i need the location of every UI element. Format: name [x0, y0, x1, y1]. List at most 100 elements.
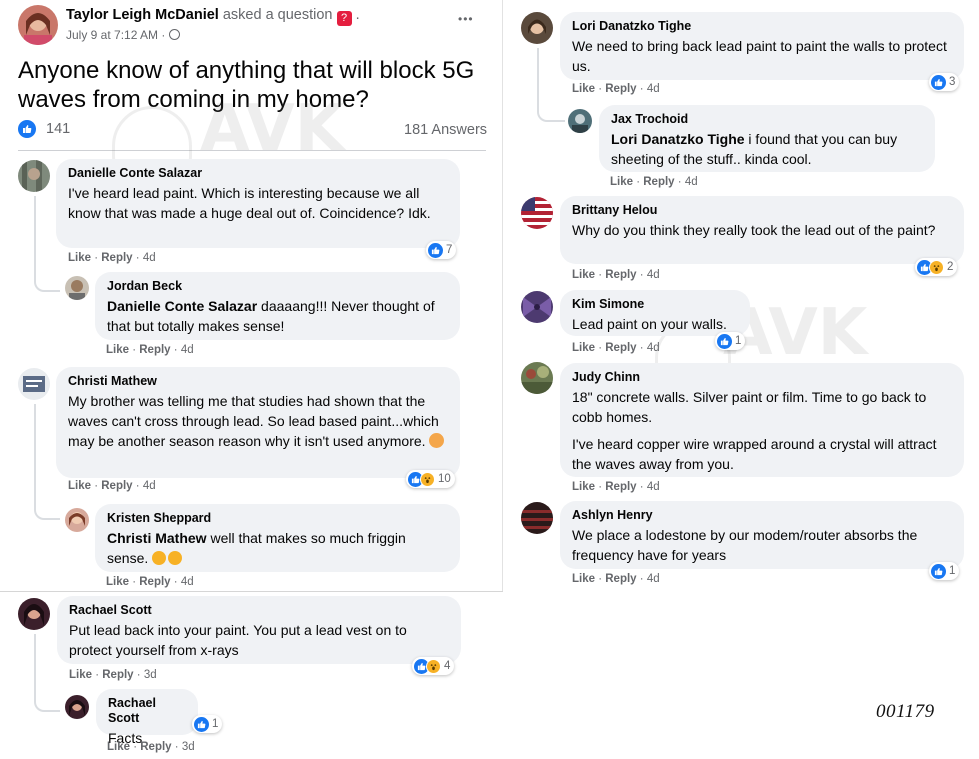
comment-time[interactable]: 4d [181, 576, 194, 588]
like-link[interactable]: Like [69, 669, 92, 681]
like-link[interactable]: Like [106, 576, 129, 588]
reaction-count[interactable]: 1 [715, 332, 746, 350]
post-like-count[interactable]: 141 [46, 121, 70, 137]
avatar[interactable] [521, 362, 553, 394]
answers-count[interactable]: 181 Answers [404, 122, 487, 138]
avatar[interactable] [65, 695, 89, 719]
left-panel: Taylor Leigh McDaniel asked a question ?… [0, 0, 503, 759]
mention-tag[interactable]: Lori Danatzko Tighe [611, 131, 745, 147]
reply-link[interactable]: Reply [605, 481, 636, 493]
reply-link[interactable]: Reply [101, 480, 132, 492]
reaction-count[interactable]: 7 [426, 241, 457, 259]
comment-bubble: Rachael Scott Facts [96, 689, 198, 746]
avatar[interactable] [521, 197, 553, 229]
avatar[interactable] [18, 160, 50, 192]
commenter-name[interactable]: Christi Mathew [68, 374, 448, 389]
author-name[interactable]: Taylor Leigh McDaniel [66, 7, 219, 23]
like-link[interactable]: Like [107, 741, 130, 753]
comment-time[interactable]: 4d [647, 83, 660, 95]
commenter-name[interactable]: Rachael Scott [69, 603, 449, 618]
post-date[interactable]: July 9 at 7:12 AM [66, 28, 158, 42]
like-link[interactable]: Like [572, 83, 595, 95]
commenter-name[interactable]: Lori Danatzko Tighe [572, 19, 952, 34]
lower-panel: Rachael Scott Put lead back into your pa… [0, 591, 503, 759]
comment-time[interactable]: 3d [182, 741, 195, 753]
comment-text: 18" concrete walls. Silver paint or film… [572, 389, 927, 425]
commenter-name[interactable]: Rachael Scott [108, 696, 186, 726]
reply-link[interactable]: Reply [140, 741, 171, 753]
commenter-name[interactable]: Ashlyn Henry [572, 508, 952, 523]
reply-link[interactable]: Reply [605, 83, 636, 95]
comment-time[interactable]: 4d [647, 269, 660, 281]
commenter-name[interactable]: Brittany Helou [572, 203, 952, 218]
avatar[interactable] [18, 368, 50, 400]
divider [18, 150, 486, 151]
like-reaction-icon [931, 563, 946, 579]
avatar[interactable] [65, 508, 89, 532]
like-link[interactable]: Like [610, 176, 633, 188]
comment-bubble: Brittany Helou Why do you think they rea… [560, 196, 964, 264]
avatar[interactable] [521, 12, 553, 44]
reaction-count[interactable]: 3 [929, 73, 960, 91]
reaction-count[interactable]: 2 [915, 258, 958, 276]
comment-bubble: Christi Mathew My brother was telling me… [56, 367, 460, 478]
avatar[interactable] [18, 598, 50, 630]
comment-time[interactable]: 4d [647, 342, 660, 354]
comment-time[interactable]: 4d [143, 252, 156, 264]
author-avatar[interactable] [18, 5, 58, 45]
mention-tag[interactable]: Danielle Conte Salazar [107, 298, 257, 314]
reply-link[interactable]: Reply [102, 669, 133, 681]
like-link[interactable]: Like [68, 252, 91, 264]
reply-link[interactable]: Reply [605, 269, 636, 281]
comment-bubble: Jax Trochoid Lori Danatzko Tighe i found… [599, 105, 935, 172]
like-link[interactable]: Like [106, 344, 129, 356]
reply-link[interactable]: Reply [605, 342, 636, 354]
reaction-count[interactable]: 1 [929, 562, 960, 580]
comment-text: We need to bring back lead paint to pain… [572, 38, 947, 74]
mention-tag[interactable]: Christi Mathew [107, 530, 207, 546]
blank-area: 001179 [505, 590, 979, 759]
like-link[interactable]: Like [572, 269, 595, 281]
commenter-name[interactable]: Jordan Beck [107, 279, 448, 294]
like-reaction-icon [717, 333, 732, 349]
reply-link[interactable]: Reply [605, 573, 636, 585]
like-link[interactable]: Like [572, 573, 595, 585]
reply-link[interactable]: Reply [139, 576, 170, 588]
thread-line [537, 48, 565, 122]
comment-time[interactable]: 4d [181, 344, 194, 356]
avatar[interactable] [521, 291, 553, 323]
like-link[interactable]: Like [572, 342, 595, 354]
like-link[interactable]: Like [572, 481, 595, 493]
like-reaction-icon [931, 74, 946, 90]
commenter-name[interactable]: Kim Simone [572, 297, 738, 312]
comment-time[interactable]: 4d [685, 176, 698, 188]
comment-text: Put lead back into your paint. You put a… [69, 622, 407, 658]
commenter-name[interactable]: Kristen Sheppard [107, 511, 448, 526]
avatar[interactable] [568, 109, 592, 133]
reply-link[interactable]: Reply [139, 344, 170, 356]
commenter-name[interactable]: Judy Chinn [572, 370, 952, 385]
comment-time[interactable]: 4d [647, 481, 660, 493]
post-action: asked a question [222, 7, 333, 23]
comment-time[interactable]: 4d [143, 480, 156, 492]
reaction-count[interactable]: 1 [192, 715, 223, 733]
comment-time[interactable]: 4d [647, 573, 660, 585]
comment-text: We place a lodestone by our modem/router… [572, 527, 918, 563]
reaction-count[interactable]: 10 [406, 470, 455, 488]
wow-reaction-icon [420, 471, 435, 487]
reply-link[interactable]: Reply [643, 176, 674, 188]
more-options-button[interactable]: ••• [458, 12, 474, 26]
commenter-name[interactable]: Jax Trochoid [611, 112, 923, 127]
comment-time[interactable]: 3d [144, 669, 157, 681]
archive-stamp: 001179 [876, 701, 935, 722]
question-icon: ? [336, 11, 352, 26]
comment-bubble: Kristen Sheppard Christi Mathew well tha… [95, 504, 460, 572]
comment-bubble: Lori Danatzko Tighe We need to bring bac… [560, 12, 964, 80]
like-link[interactable]: Like [68, 480, 91, 492]
avatar[interactable] [521, 502, 553, 534]
reply-link[interactable]: Reply [101, 252, 132, 264]
reaction-count[interactable]: 4 [412, 657, 455, 675]
commenter-name[interactable]: Danielle Conte Salazar [68, 166, 448, 181]
avatar[interactable] [65, 276, 89, 300]
post-question: Anyone know of anything that will block … [18, 57, 475, 113]
